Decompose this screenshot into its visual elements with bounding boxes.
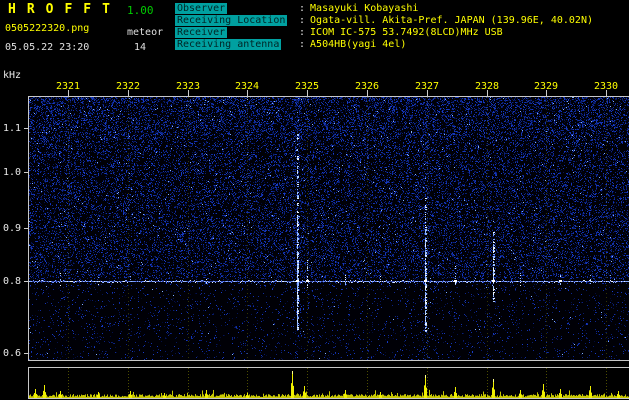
info-label: Receiver [175,27,228,38]
spectrogram-canvas [29,97,629,360]
info-value: ICOM IC-575 53.7492(8LCD)MHz USB [310,27,503,38]
info-row: Receiving Location: Ogata-vill. Akita-Pre… [175,15,593,27]
info-value: Ogata-vill. Akita-Pref. JAPAN (139.96E, … [310,15,593,26]
spectrogram-bottom-border [28,360,629,361]
time-axis-tick [307,90,308,96]
info-label: Receiving Location [175,15,288,26]
freq-axis-label: 1.1 [3,123,22,134]
time-axis-tick [247,90,248,96]
freq-axis-tick [24,353,28,354]
time-axis-tick [367,90,368,96]
info-label: Observer [175,3,228,14]
screen: HROFFT 1.00 0505222320.png meteor 05.05.… [0,0,629,400]
time-axis-tick [128,90,129,96]
freq-axis-label: 0.6 [3,348,22,359]
info-separator: : [299,39,306,50]
freq-axis-tick [24,128,28,129]
info-row: Observer: Masayuki Kobayashi [175,3,593,15]
time-axis-tick [487,90,488,96]
time-axis-tick [606,90,607,96]
amplitude-canvas [29,368,629,398]
time-axis-tick [68,90,69,96]
info-row: Receiving antenna: A504HB(yagi 4el) [175,39,593,51]
app-title: HROFFT [8,2,121,17]
info-row: Receiver: ICOM IC-575 53.7492(8LCD)MHz US… [175,27,593,39]
freq-axis-label: 1.0 [3,167,22,178]
freq-axis-tick [24,228,28,229]
time-axis-tick [546,90,547,96]
info-separator: : [299,3,306,14]
freq-axis-tick [24,172,28,173]
mode-label: meteor [127,27,164,38]
info-separator: : [299,27,306,38]
info-separator: : [299,15,306,26]
meteor-count: 14 [134,42,147,53]
app-version: 1.00 [127,4,154,17]
freq-axis-label: kHz [3,70,22,81]
time-axis-tick [188,90,189,96]
info-value: A504HB(yagi 4el) [310,39,407,50]
datetime-label: 05.05.22 23:20 [5,42,90,53]
time-axis-tick [427,90,428,96]
output-filename: 0505222320.png [5,23,90,34]
station-info: Observer: Masayuki Kobayashi Receiving Lo… [175,3,593,51]
info-label: Receiving antenna [175,39,282,50]
strip-bottom-border [28,398,629,399]
freq-axis-label: 0.8 [3,276,22,287]
freq-axis-tick [24,281,28,282]
info-value: Masayuki Kobayashi [310,3,419,14]
freq-axis-label: 0.9 [3,223,22,234]
